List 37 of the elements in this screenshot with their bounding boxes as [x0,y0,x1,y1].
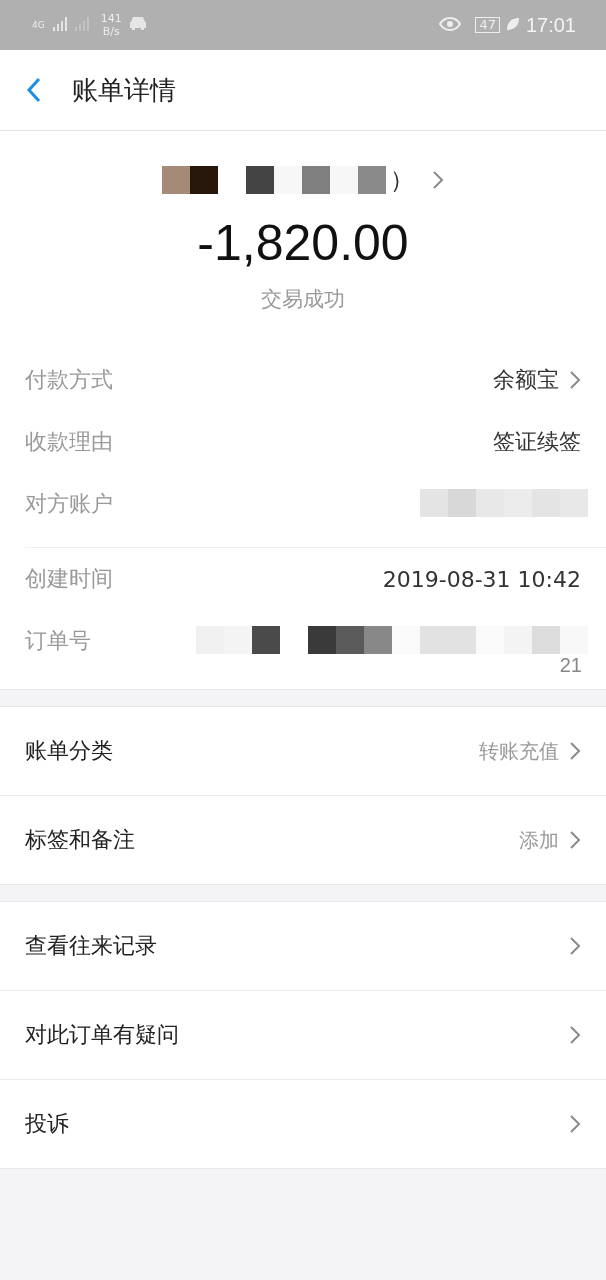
menu-label: 标签和备注 [25,826,135,854]
merchant-name: ） [390,165,414,196]
detail-label: 收款理由 [25,428,113,456]
detail-value: 2019-08-31 10:42 [382,566,581,592]
menu-item[interactable]: 标签和备注 添加 [0,796,606,884]
order-number: 21 [559,654,582,677]
back-icon[interactable] [26,77,42,103]
chevron-right-icon [569,741,581,761]
chevron-right-icon [569,1025,581,1045]
detail-label: 创建时间 [25,565,113,593]
chevron-right-icon [569,936,581,956]
menu-label: 查看往来记录 [25,932,157,960]
clock-time: 17:01 [525,13,576,37]
network-type: 4G [32,20,45,30]
menu-item[interactable]: 账单分类 转账充值 [0,707,606,796]
transaction-status: 交易成功 [260,286,346,313]
chevron-right-icon [432,170,444,190]
menu-label: 投诉 [25,1110,69,1138]
menu-value: 转账充值 [479,737,559,765]
menu-item[interactable]: 对此订单有疑问 [0,991,606,1080]
amount-text: -1,820.00 [196,214,410,273]
network-speed: 141 [100,12,122,25]
detail-label: 对方账户 [25,490,113,518]
chevron-right-icon [569,830,581,850]
detail-value: 签证续签 [493,428,581,456]
detail-label: 订单号 [25,627,91,655]
page-title: 账单详情 [72,73,176,107]
menu-value: 添加 [519,826,559,854]
chevron-right-icon [569,1114,581,1134]
battery-level: 47 [475,17,500,33]
payment-method-link[interactable]: 余额宝 [493,365,559,395]
menu-label: 账单分类 [25,737,113,765]
speed-unit: B/s [102,25,120,38]
menu-item[interactable]: 查看往来记录 [0,902,606,991]
menu-label: 对此订单有疑问 [25,1021,179,1049]
menu-item[interactable]: 投诉 [0,1080,606,1168]
detail-label: 付款方式 [25,366,113,394]
